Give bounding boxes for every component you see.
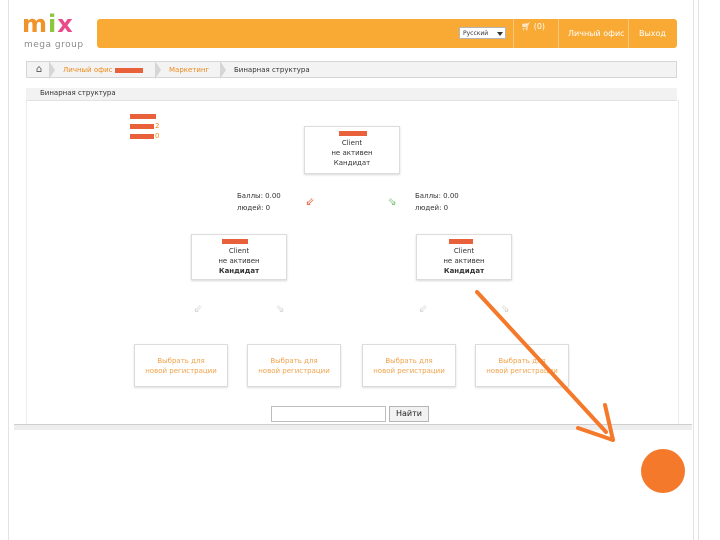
decorative-orange-circle [641,449,685,493]
annotation-overlay [475,290,615,442]
annotation-arrow-shaft [475,290,608,434]
